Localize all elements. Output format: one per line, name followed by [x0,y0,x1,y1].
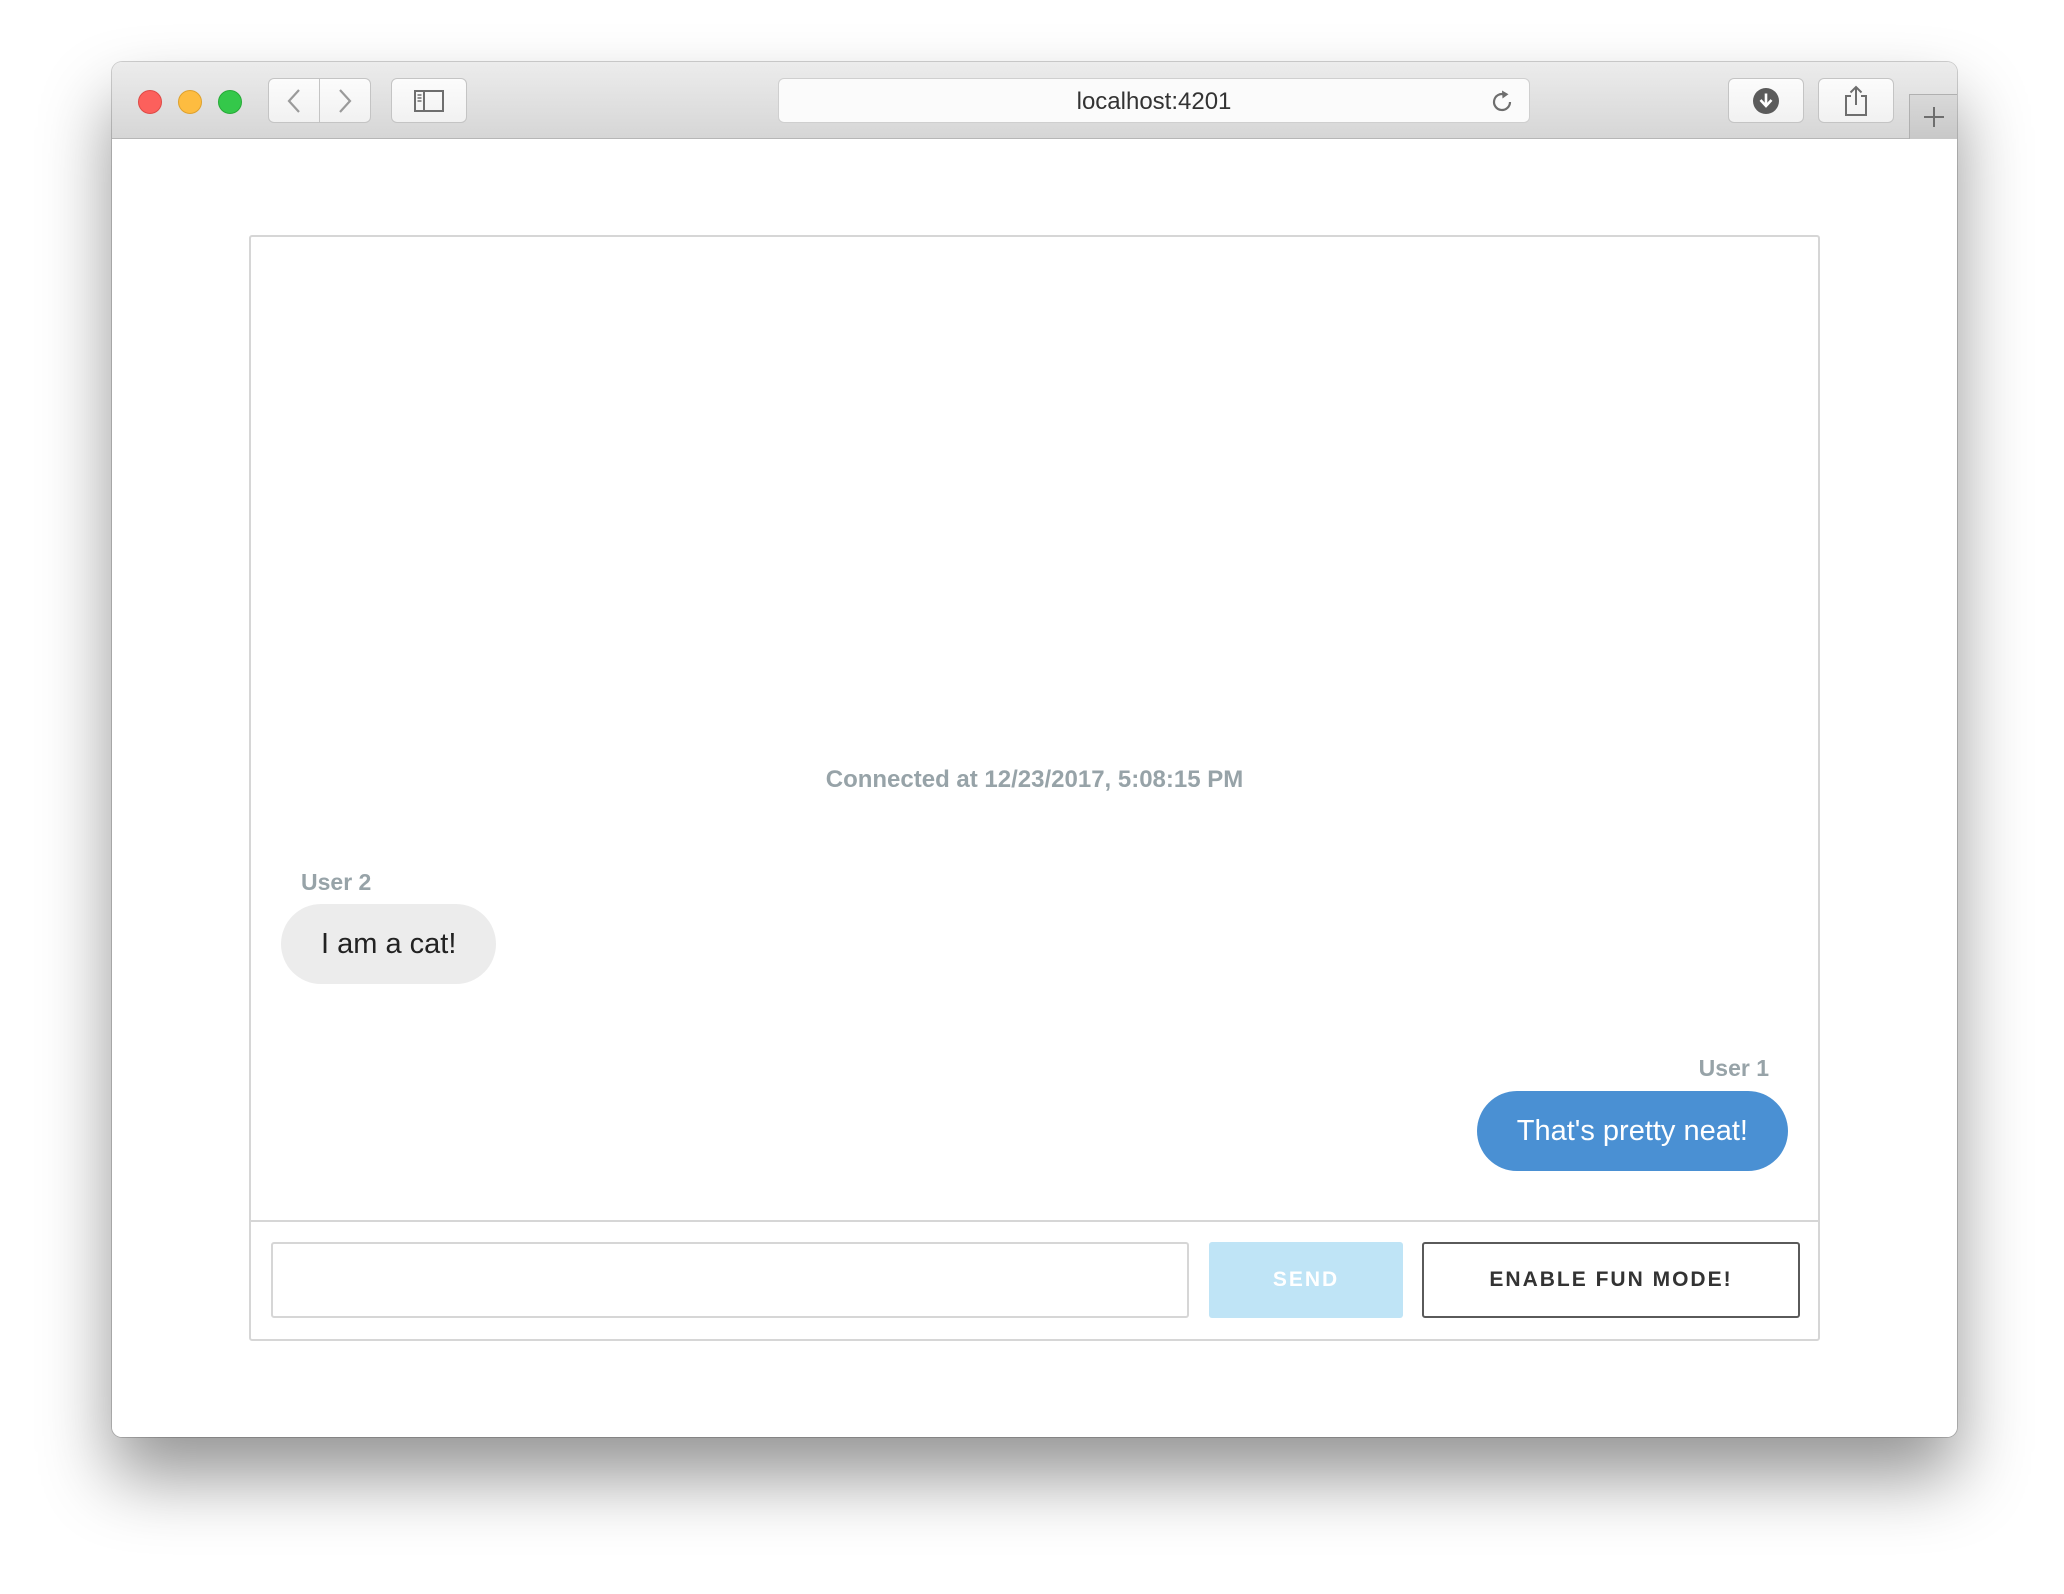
enable-fun-mode-button[interactable]: ENABLE FUN MODE! [1422,1242,1800,1318]
send-button[interactable]: SEND [1209,1242,1403,1318]
new-tab-button[interactable] [1909,94,1957,139]
minimize-window-button[interactable] [178,90,202,114]
reload-icon[interactable] [1489,89,1515,115]
incoming-message-bubble: I am a cat! [281,904,497,984]
connection-status: Connected at 12/23/2017, 5:08:15 PM [825,766,1244,793]
share-button[interactable] [1818,78,1894,123]
back-button[interactable] [268,78,320,123]
chevron-right-icon [339,88,352,113]
downloads-button[interactable] [1728,78,1804,123]
plus-icon [1923,107,1944,127]
sidebar-toggle-button[interactable] [391,78,467,123]
message-sender: User 2 [301,869,372,895]
browser-toolbar: localhost:4201 [112,62,1957,139]
url-text: localhost:4201 [1076,88,1232,115]
share-icon [1845,85,1867,116]
forward-button[interactable] [319,78,371,123]
maximize-window-button[interactable] [218,90,242,114]
sidebar-icon [414,89,444,112]
download-icon [1753,87,1779,114]
browser-window: localhost:4201 Connected at 12/23/2017, … [112,62,1957,1437]
message-input[interactable] [271,1242,1189,1318]
page-content: Connected at 12/23/2017, 5:08:15 PM User… [112,139,1957,1437]
chevron-left-icon [287,88,300,113]
close-window-button[interactable] [138,90,162,114]
outgoing-message-bubble: That's pretty neat! [1476,1091,1788,1171]
message-sender: User 1 [1698,1055,1769,1081]
screenshot-stage: localhost:4201 Connected at 12/23/2017, … [0,0,2064,1594]
chat-panel: Connected at 12/23/2017, 5:08:15 PM User… [249,235,1820,1341]
address-bar[interactable]: localhost:4201 [778,78,1530,123]
message-composer: SEND ENABLE FUN MODE! [251,1220,1818,1339]
